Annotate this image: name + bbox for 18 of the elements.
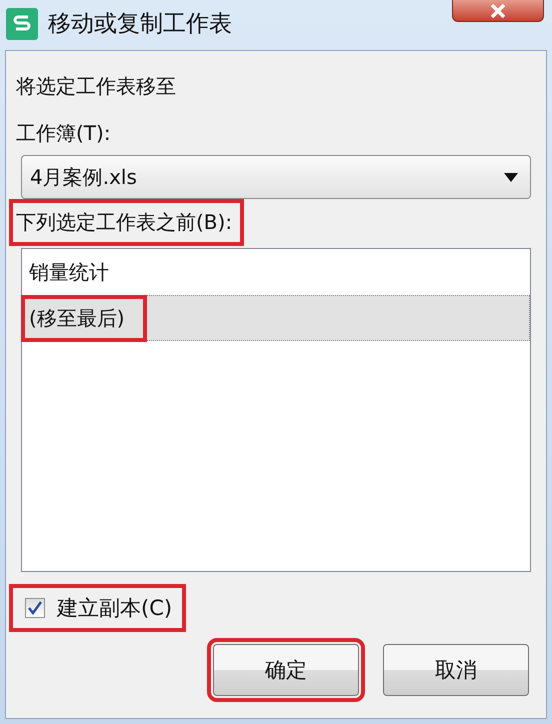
dropdown-arrow-icon — [504, 172, 518, 182]
sheet-name: 销量统计 — [28, 258, 110, 286]
sheet-list-item[interactable]: 销量统计 — [22, 249, 530, 295]
checkmark-icon — [28, 601, 42, 615]
move-prompt: 将选定工作表移至 — [15, 73, 177, 100]
copy-label: 建立副本(C) — [57, 595, 172, 622]
workbook-dropdown[interactable]: 4月案例.xls — [21, 155, 531, 199]
sheet-name: (移至最后) — [23, 296, 145, 340]
app-logo-icon — [6, 8, 38, 40]
window-title: 移动或复制工作表 — [48, 10, 233, 39]
close-button[interactable] — [452, 0, 544, 22]
sheet-list-item[interactable]: (移至最后) — [22, 295, 530, 341]
close-icon — [490, 4, 506, 18]
copy-checkbox-row[interactable]: 建立副本(C) — [13, 588, 182, 628]
dialog-button[interactable]: 取消 — [383, 644, 529, 696]
sheet-list[interactable]: 销量统计 (移至最后) — [21, 248, 531, 572]
workbook-label: 工作簿(T): — [15, 120, 112, 147]
copy-checkbox[interactable] — [25, 598, 45, 618]
